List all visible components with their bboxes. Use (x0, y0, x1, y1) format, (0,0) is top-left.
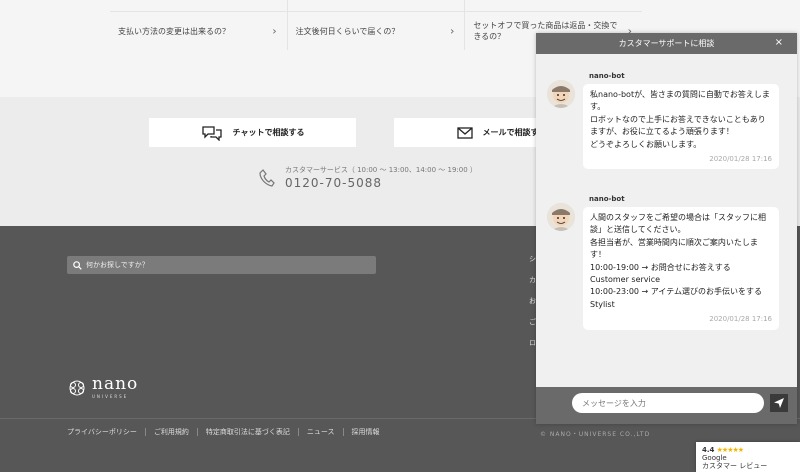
message-bubble: 私nano-botが、皆さまの質問に自動でお答えします。 ロボットなので上手にお… (583, 84, 779, 170)
message-text: 私nano-botが、皆さまの質問に自動でお答えします。 ロボットなので上手にお… (590, 90, 770, 149)
message-input[interactable] (572, 393, 764, 413)
search-icon (73, 260, 82, 270)
mail-consult-label: メールで相談す (482, 128, 539, 137)
footer-link-news[interactable]: ニュース (299, 428, 344, 436)
phone-icon (259, 168, 275, 187)
footer-nav-item[interactable]: シ (529, 254, 536, 275)
message-bubble: 人間のスタッフをご希望の場合は「スタッフに相談」と送信してください。 各担当者が… (583, 207, 779, 330)
chevron-right-icon: › (272, 24, 277, 38)
footer-links: プライバシーポリシー ご利用規約 特定商取引法に基づく表記 ニュース 採用情報 (67, 428, 388, 436)
faq-item[interactable]: 支払い方法の変更は出来るの？ › (110, 12, 288, 50)
footer-nav-column: シ カ お ご ロ (529, 254, 536, 359)
mail-icon (456, 126, 473, 139)
message-text: 人間のスタッフをご希望の場合は「スタッフに相談」と送信してください。 各担当者が… (590, 213, 766, 309)
footer-nav-item[interactable]: お (529, 296, 536, 317)
message-timestamp: 2020/01/28 17:16 (709, 155, 772, 164)
bot-avatar-icon (547, 80, 575, 108)
footer-link-commerce-law[interactable]: 特定商取引法に基づく表記 (198, 428, 299, 436)
review-rating: 4.4 (702, 446, 715, 454)
phone-contact: カスタマーサービス（ 10:00 〜 13:00、14:00 〜 19:00 ）… (259, 165, 477, 190)
phone-hours: カスタマーサービス（ 10:00 〜 13:00、14:00 〜 19:00 ） (285, 166, 477, 174)
footer-nav-item[interactable]: ご (529, 317, 536, 338)
chat-bubble-icon (201, 125, 222, 141)
google-review-badge[interactable]: 4.4 ★★★★★ Google カスタマー レビュー (696, 442, 800, 472)
phone-number[interactable]: 0120-70-5088 (285, 176, 477, 190)
send-button[interactable] (770, 394, 788, 412)
faq-item-label: 注文後何日くらいで届くの？ (295, 26, 400, 36)
brand-logo[interactable]: nano UNIVERSE (67, 376, 138, 399)
chat-consult-label: チャットで相談する (232, 128, 305, 137)
faq-item[interactable]: 注文後何日くらいで届くの？ › (288, 12, 466, 50)
chat-message-list[interactable]: nano-bot 私nano-botが、皆さまの質問に自動でお答えします。 ロボ… (536, 54, 797, 387)
footer-link-terms[interactable]: ご利用規約 (146, 428, 198, 436)
chevron-right-icon: › (449, 24, 455, 38)
faq-divider-row (110, 0, 642, 11)
chat-input-bar (536, 387, 797, 424)
footer-search[interactable]: 何かお探しですか？ (67, 256, 376, 274)
logo-wordmark: nano (92, 374, 139, 394)
footer-link-recruit[interactable]: 採用情報 (344, 428, 388, 436)
chat-consult-button[interactable]: チャットで相談する (149, 118, 356, 147)
message-sender: nano-bot (589, 72, 625, 80)
copyright: © NANO・UNIVERSE CO.,LTD (540, 431, 651, 438)
chat-header: カスタマーサポートに相談 × (536, 33, 797, 54)
footer-nav-item[interactable]: カ (529, 275, 536, 296)
search-input[interactable]: 何かお探しですか？ (86, 260, 149, 270)
message-timestamp: 2020/01/28 17:16 (709, 315, 772, 324)
chat-window: カスタマーサポートに相談 × nano-bot 私nano-botが、皆さまの質… (536, 33, 797, 424)
logo-subtext: UNIVERSE (92, 394, 129, 399)
review-label: カスタマー レビュー (702, 462, 768, 470)
close-icon[interactable]: × (775, 37, 783, 48)
review-brand: Google (702, 454, 727, 462)
footer-nav-item[interactable]: ロ (529, 338, 536, 359)
faq-item-label: 支払い方法の変更は出来るの？ (118, 26, 230, 36)
send-icon (774, 398, 784, 408)
message-sender: nano-bot (589, 195, 625, 203)
footer-link-privacy[interactable]: プライバシーポリシー (67, 428, 146, 436)
bot-avatar-icon (547, 203, 575, 231)
star-rating-icon: ★★★★★ (716, 446, 744, 454)
chat-title: カスタマーサポートに相談 (618, 39, 715, 48)
logo-mark-icon (69, 380, 85, 395)
